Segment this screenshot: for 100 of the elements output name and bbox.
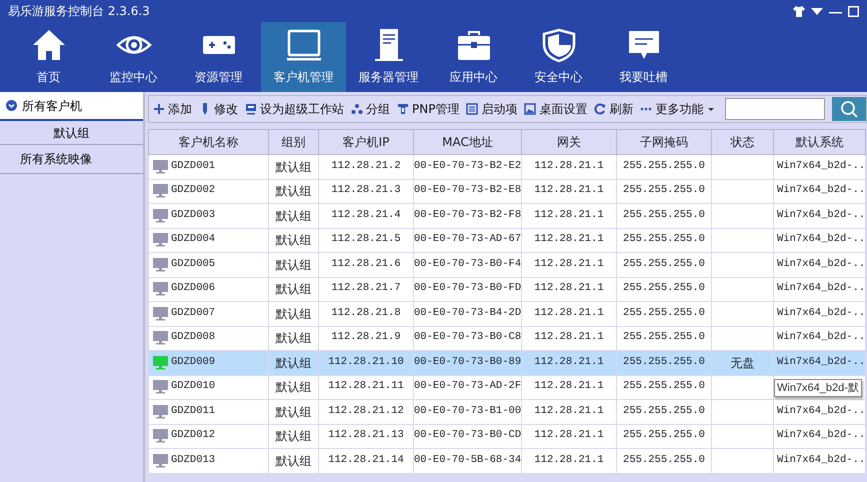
table-row[interactable]: GDZD010 默认组 112.28.21.11 00-E0-70-73-AD-2F 112.28.21.1 255.255.255.0 Win7x64_b2d-默 [148,375,866,400]
list-icon [466,103,478,115]
table-cell: 112.28.21.1 [522,204,616,228]
table-cell: 255.255.255.0 [616,154,712,179]
table-cell: 默认组 [268,228,318,252]
table-cell: 112.28.21.1 [522,277,616,302]
table-cell: 255.255.255.0 [616,179,712,204]
table-cell: 00-E0-70-5B-68-34 [414,448,522,473]
table-cell: 默认组 [268,350,318,375]
table-cell: 112.28.21.1 [522,350,616,375]
column-header[interactable]: 网关 [522,130,616,154]
table-cell: 00-E0-70-73-B1-00 [414,400,522,424]
client-name: GDZD003 [171,208,216,223]
collapse-icon[interactable] [6,100,17,111]
table-cell: 112.28.21.7 [318,277,414,302]
toolbar-button[interactable]: 更多功能 [640,100,716,118]
nav-tab[interactable]: 我要吐槽 [601,22,686,92]
table-cell: Win7x64_b2d-.. [774,277,866,302]
sidebar-item[interactable]: 所有系统映像 [0,145,143,174]
table-cell: 默认组 [268,277,318,302]
sidebar-item[interactable]: 默认组 [0,121,143,145]
table-cell: Win7x64_b2d-.. [774,179,866,204]
toolbar-button[interactable]: 启动项 [466,100,518,118]
table-cell: 112.28.21.8 [318,302,414,326]
table-cell: 默认组 [268,154,318,179]
table-cell: 255.255.255.0 [616,277,712,302]
table-cell: 255.255.255.0 [616,424,712,448]
table-row[interactable]: GDZD005 默认组 112.28.21.6 00-E0-70-73-B0-F4 112.28.21.1 255.255.255.0 Win7x64_b2d-.. [148,252,866,277]
table-cell: 默认组 [268,204,318,228]
refresh-icon [594,103,606,115]
toolbar-button[interactable]: 刷新 [594,100,634,118]
sidebar-item[interactable]: 所有客户机 [0,92,143,121]
toolbar-button[interactable]: 桌面设置 [524,100,588,118]
table-cell: Win7x64_b2d-.. [774,424,866,448]
column-header[interactable]: 组别 [268,130,318,154]
table-cell: 默认组 [268,424,318,448]
maximize-icon[interactable] [848,6,859,16]
nav-tab[interactable]: 应用中心 [431,22,516,92]
table-cell: 112.28.21.6 [318,252,414,277]
search-button[interactable] [832,97,866,121]
monitor-icon [286,28,322,62]
table-row[interactable]: GDZD006 默认组 112.28.21.7 00-E0-70-73-B0-FD 112.28.21.1 255.255.255.0 Win7x64_b2d-.. [148,277,866,302]
table-cell: 112.28.21.1 [522,302,616,326]
table-cell: 默认组 [268,252,318,277]
nav-tab[interactable]: 安全中心 [516,22,601,92]
table-cell: 255.255.255.0 [616,375,712,400]
client-name: GDZD012 [171,428,216,444]
picture-icon [524,103,536,115]
dropdown-icon[interactable] [811,6,823,16]
table-cell: 00-E0-70-73-B4-2D [414,302,522,326]
table-row[interactable]: GDZD001 默认组 112.28.21.2 00-E0-70-73-B2-E2 112.28.21.1 255.255.255.0 Win7x64_b2d-.. [148,154,866,179]
toolbar-button[interactable]: 设为超级工作站 [245,100,344,118]
client-name: GDZD013 [171,452,216,468]
toolbar-button[interactable]: 修改 [199,100,238,118]
toolbar-button[interactable]: 分组 [351,100,390,118]
nav-tab[interactable]: 监控中心 [91,22,176,92]
nav-tab[interactable]: 服务器管理 [346,22,431,92]
table-cell: 112.28.21.2 [318,154,414,179]
plug-icon [397,103,409,115]
table-cell: Win7x64_b2d-.. [774,228,866,252]
table-cell: 112.28.21.10 [318,350,414,375]
table-row[interactable]: GDZD011 默认组 112.28.21.12 00-E0-70-73-B1-00 112.28.21.1 255.255.255.0 Win7x64_b2d-.. [148,400,866,424]
table-cell: 00-E0-70-73-B0-FD [414,277,522,302]
table-cell: 112.28.21.1 [522,228,616,252]
table-row[interactable]: GDZD012 默认组 112.28.21.13 00-E0-70-73-B0-CD 112.28.21.1 255.255.255.0 Win7x64_b2d-.. [148,424,866,448]
column-header[interactable]: 客户机IP [318,130,414,154]
table-row[interactable]: GDZD009 默认组 112.28.21.10 00-E0-70-73-B0-89 112.28.21.1 255.255.255.0 无盘 Win7x64_b2d-.. [148,350,866,375]
nav-tab[interactable]: 首页 [6,22,91,92]
table-cell: 255.255.255.0 [616,400,712,424]
table-cell: 255.255.255.0 [616,302,712,326]
table-cell: 默认组 [268,302,318,326]
nav-tab[interactable]: 资源管理 [176,22,261,92]
table-cell: 默认组 [268,448,318,473]
search-field[interactable] [725,98,825,120]
table-cell: 无盘 [712,350,774,375]
column-header[interactable]: 默认系统 [774,130,866,154]
column-header[interactable]: MAC地址 [414,130,522,154]
table-row[interactable]: GDZD007 默认组 112.28.21.8 00-E0-70-73-B4-2D 112.28.21.1 255.255.255.0 Win7x64_b2d-.. [148,302,866,326]
table-cell: Win7x64_b2d-.. [774,400,866,424]
plus-icon [153,103,165,115]
table-row[interactable]: GDZD013 默认组 112.28.21.14 00-E0-70-5B-68-34 112.28.21.1 255.255.255.0 Win7x64_b2d-.. [148,448,866,473]
table-cell: 255.255.255.0 [616,204,712,228]
table-cell: 255.255.255.0 [616,350,712,375]
toolbar-button[interactable]: PNP管理 [397,100,460,118]
column-header[interactable]: 客户机名称 [148,130,268,154]
column-header[interactable]: 状态 [712,130,774,154]
table-row[interactable]: GDZD004 默认组 112.28.21.5 00-E0-70-73-AD-67 112.28.21.1 255.255.255.0 Win7x64_b2d-.. [148,228,866,252]
table-row[interactable]: GDZD002 默认组 112.28.21.3 00-E0-70-73-B2-E8 112.28.21.1 255.255.255.0 Win7x64_b2d-.. [148,179,866,204]
column-header[interactable]: 子网掩码 [616,130,712,154]
nav-tab[interactable]: 客户机管理 [261,22,346,92]
table-row[interactable]: GDZD003 默认组 112.28.21.4 00-E0-70-73-B2-F8 112.28.21.1 255.255.255.0 Win7x64_b2d-.. [148,204,866,228]
table-cell: 默认组 [268,179,318,204]
table-cell: 00-E0-70-73-B2-E8 [414,179,522,204]
table-cell: 112.28.21.1 [522,424,616,448]
shirt-icon[interactable] [793,6,805,16]
client-name: GDZD002 [171,183,216,198]
client-name: GDZD009 [171,354,216,370]
table-cell: 00-E0-70-73-B0-F4 [414,252,522,277]
toolbar-button[interactable]: 添加 [153,100,192,118]
client-name: GDZD006 [171,281,216,296]
